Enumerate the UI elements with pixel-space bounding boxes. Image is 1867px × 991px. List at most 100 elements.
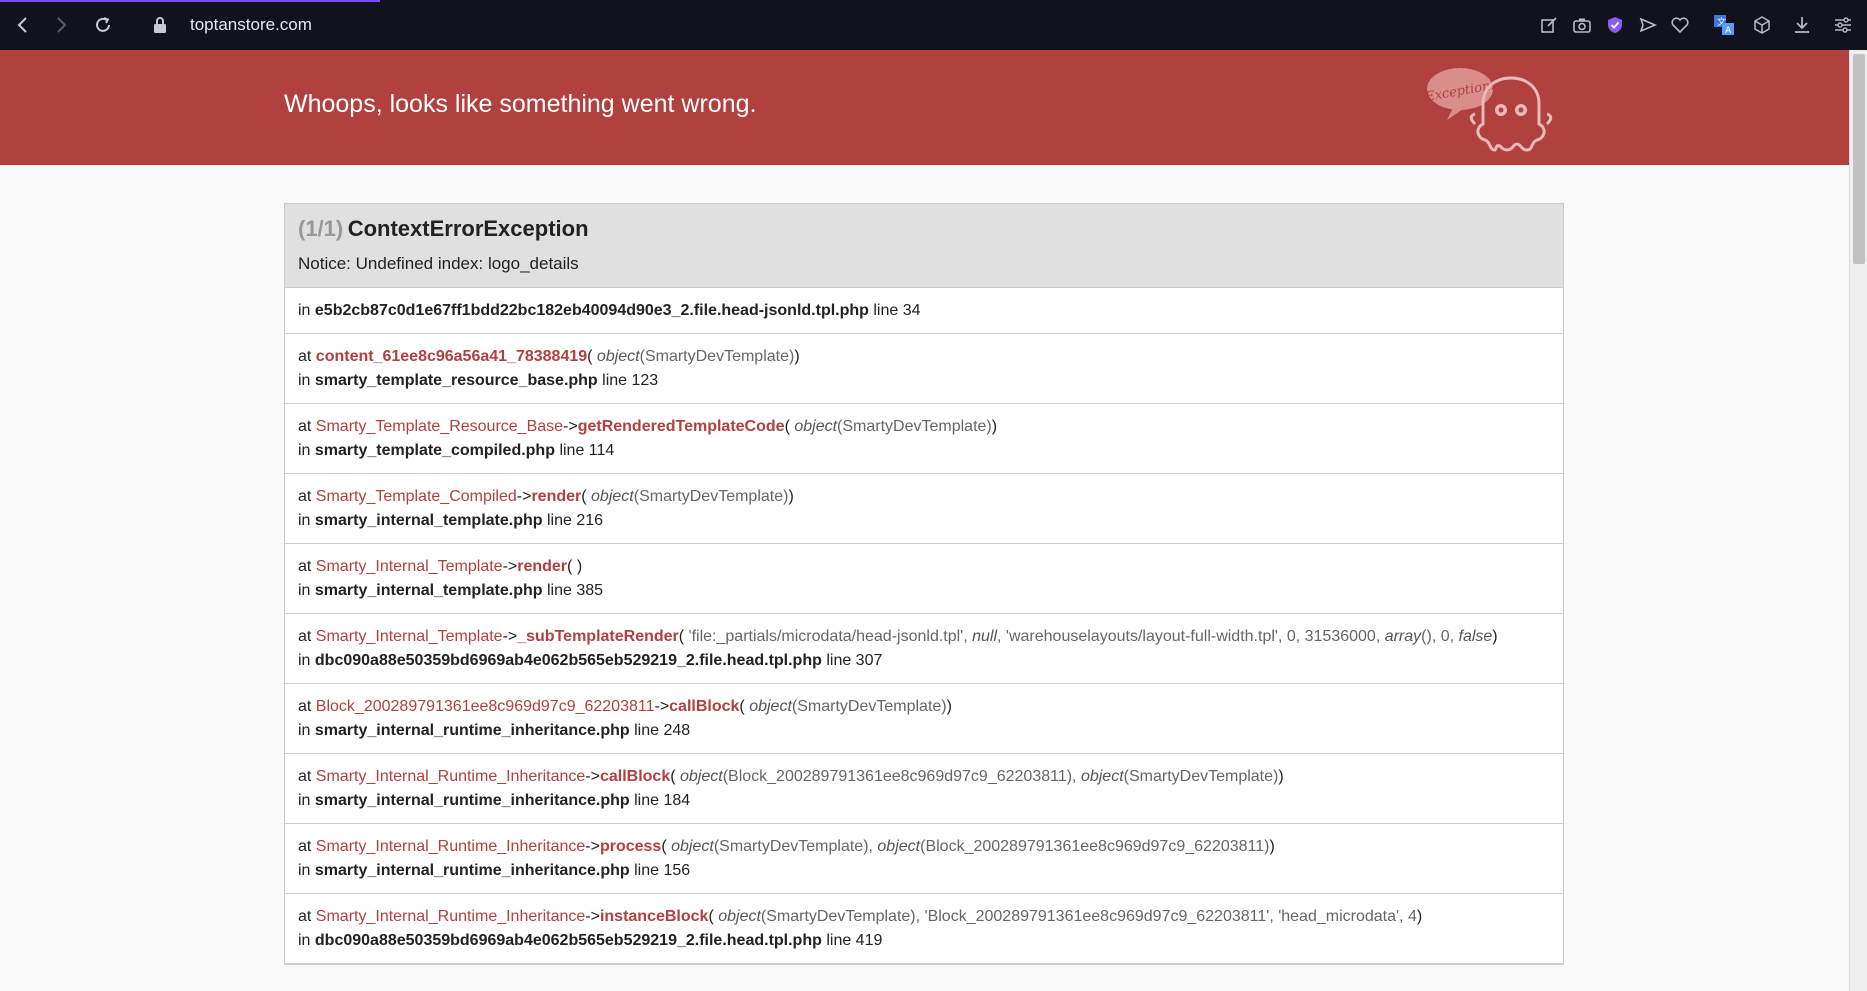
download-icon[interactable] bbox=[1790, 13, 1814, 37]
trace-function[interactable]: callBlock bbox=[669, 698, 739, 715]
camera-icon[interactable] bbox=[1570, 13, 1594, 37]
trace-file[interactable]: smarty_internal_runtime_inheritance.php bbox=[315, 722, 630, 739]
trace-frame: in e5b2cb87c0d1e67ff1bdd22bc182eb40094d9… bbox=[285, 288, 1563, 334]
trace-call: at Smarty_Internal_Runtime_Inheritance->… bbox=[298, 765, 1550, 789]
trace-function[interactable]: render bbox=[517, 558, 567, 575]
trace-args: ( object(SmartyDevTemplate)) bbox=[739, 698, 952, 715]
cube-icon[interactable] bbox=[1750, 13, 1774, 37]
trace-file[interactable]: smarty_internal_template.php bbox=[315, 512, 543, 529]
pencil-icon[interactable] bbox=[1537, 13, 1561, 37]
vertical-scrollbar[interactable] bbox=[1849, 50, 1867, 991]
trace-class[interactable]: Block_200289791361ee8c969d97c9_62203811 bbox=[316, 698, 655, 715]
back-icon[interactable] bbox=[12, 14, 34, 36]
trace-args: ( object(SmartyDevTemplate), object(Bloc… bbox=[661, 838, 1275, 855]
trace-class[interactable]: Smarty_Template_Resource_Base bbox=[316, 418, 563, 435]
in-label: in bbox=[298, 372, 311, 389]
send-icon[interactable] bbox=[1636, 13, 1660, 37]
trace-args: ( ) bbox=[567, 558, 583, 575]
trace-location: in smarty_internal_template.php line 385 bbox=[298, 579, 1550, 603]
reload-icon[interactable] bbox=[92, 14, 114, 36]
trace-function[interactable]: getRenderedTemplateCode bbox=[578, 418, 785, 435]
trace-class[interactable]: Smarty_Internal_Template bbox=[316, 628, 503, 645]
trace-class[interactable]: Smarty_Internal_Runtime_Inheritance bbox=[316, 908, 585, 925]
svg-text:A: A bbox=[1725, 26, 1732, 36]
menu-icon[interactable] bbox=[1831, 13, 1855, 37]
trace-line-number: line 184 bbox=[634, 792, 691, 809]
trace-args: ( object(SmartyDevTemplate)) bbox=[587, 348, 800, 365]
at-label: at bbox=[298, 908, 312, 925]
trace-arrow: -> bbox=[516, 488, 532, 505]
in-label: in bbox=[298, 302, 311, 319]
trace-class[interactable]: Smarty_Internal_Runtime_Inheritance bbox=[316, 838, 585, 855]
exception-header: (1/1) ContextErrorException Notice: Unde… bbox=[285, 204, 1563, 288]
trace-file[interactable]: smarty_template_compiled.php bbox=[315, 442, 555, 459]
address-bar[interactable]: toptanstore.com bbox=[190, 15, 312, 35]
in-label: in bbox=[298, 932, 311, 949]
trace-line-number: line 419 bbox=[826, 932, 883, 949]
translate-icon[interactable]: 文A bbox=[1712, 13, 1736, 37]
trace-location: in smarty_internal_runtime_inheritance.p… bbox=[298, 859, 1550, 883]
trace-function[interactable]: callBlock bbox=[600, 768, 670, 785]
trace-location: in dbc090a88e50359bd6969ab4e062b565eb529… bbox=[298, 929, 1550, 953]
trace-function[interactable]: process bbox=[600, 838, 661, 855]
trace-arrow: -> bbox=[585, 908, 600, 925]
at-label: at bbox=[298, 698, 312, 715]
trace-function[interactable]: render bbox=[531, 488, 581, 505]
trace-file[interactable]: smarty_template_resource_base.php bbox=[315, 372, 598, 389]
trace-file[interactable]: dbc090a88e50359bd6969ab4e062b565eb529219… bbox=[315, 652, 822, 669]
at-label: at bbox=[298, 628, 312, 645]
in-label: in bbox=[298, 582, 311, 599]
trace-location: in smarty_template_compiled.php line 114 bbox=[298, 439, 1550, 463]
at-label: at bbox=[298, 488, 312, 505]
forward-icon[interactable] bbox=[50, 14, 72, 36]
trace-class[interactable]: Smarty_Template_Compiled bbox=[316, 488, 517, 505]
shield-icon[interactable] bbox=[1603, 13, 1627, 37]
trace-location: in dbc090a88e50359bd6969ab4e062b565eb529… bbox=[298, 649, 1550, 673]
trace-args: ( object(SmartyDevTemplate)) bbox=[784, 418, 998, 435]
heart-icon[interactable] bbox=[1668, 13, 1692, 37]
at-label: at bbox=[298, 768, 312, 785]
in-label: in bbox=[298, 722, 311, 739]
trace-file[interactable]: dbc090a88e50359bd6969ab4e062b565eb529219… bbox=[315, 932, 822, 949]
trace-arrow: -> bbox=[654, 698, 670, 715]
trace-call: at Block_200289791361ee8c969d97c9_622038… bbox=[298, 695, 1550, 719]
trace-args: ( object(Block_200289791361ee8c969d97c9_… bbox=[670, 768, 1284, 785]
trace-function[interactable]: instanceBlock bbox=[600, 908, 708, 925]
trace-class[interactable]: Smarty_Internal_Runtime_Inheritance bbox=[316, 768, 585, 785]
trace-class[interactable]: Smarty_Internal_Template bbox=[316, 558, 503, 575]
scrollbar-thumb[interactable] bbox=[1853, 54, 1865, 264]
trace-frame: at Smarty_Template_Resource_Base->getRen… bbox=[285, 404, 1563, 474]
trace-file[interactable]: smarty_internal_template.php bbox=[315, 582, 543, 599]
trace-function[interactable]: content_61ee8c96a56a41_78388419 bbox=[316, 348, 587, 365]
trace-line-number: line 216 bbox=[546, 512, 604, 529]
trace-location: in smarty_internal_template.php line 216 bbox=[298, 509, 1550, 533]
trace-call: at content_61ee8c96a56a41_78388419( obje… bbox=[298, 345, 1550, 369]
trace-function[interactable]: _subTemplateRender bbox=[517, 628, 679, 645]
trace-location: in e5b2cb87c0d1e67ff1bdd22bc182eb40094d9… bbox=[298, 299, 1550, 323]
trace-line-number: line 248 bbox=[634, 722, 691, 739]
trace-call: at Smarty_Internal_Runtime_Inheritance->… bbox=[298, 835, 1550, 859]
at-label: at bbox=[298, 558, 312, 575]
trace-line-number: line 156 bbox=[634, 862, 691, 879]
trace-line-number: line 385 bbox=[546, 582, 604, 599]
at-label: at bbox=[298, 348, 312, 365]
in-label: in bbox=[298, 862, 311, 879]
trace-call: at Smarty_Internal_Template->render( ) bbox=[298, 555, 1550, 579]
trace-arrow: -> bbox=[502, 558, 518, 575]
trace-location: in smarty_internal_runtime_inheritance.p… bbox=[298, 719, 1550, 743]
trace-args: ( object(SmartyDevTemplate)) bbox=[581, 488, 794, 505]
at-label: at bbox=[298, 418, 312, 435]
lock-icon[interactable] bbox=[150, 15, 170, 35]
trace-arrow: -> bbox=[585, 768, 600, 785]
trace-file[interactable]: smarty_internal_runtime_inheritance.php bbox=[315, 862, 630, 879]
trace-frame: at Smarty_Template_Compiled->render( obj… bbox=[285, 474, 1563, 544]
stack-trace: in e5b2cb87c0d1e67ff1bdd22bc182eb40094d9… bbox=[285, 288, 1563, 964]
exception-class: ContextErrorException bbox=[347, 216, 589, 241]
trace-file[interactable]: e5b2cb87c0d1e67ff1bdd22bc182eb40094d90e3… bbox=[315, 302, 869, 319]
in-label: in bbox=[298, 652, 311, 669]
page-viewport: Whoops, looks like something went wrong.… bbox=[0, 50, 1849, 991]
trace-location: in smarty_internal_runtime_inheritance.p… bbox=[298, 789, 1550, 813]
trace-call: at Smarty_Template_Compiled->render( obj… bbox=[298, 485, 1550, 509]
trace-file[interactable]: smarty_internal_runtime_inheritance.php bbox=[315, 792, 630, 809]
trace-frame: at Smarty_Internal_Runtime_Inheritance->… bbox=[285, 824, 1563, 894]
